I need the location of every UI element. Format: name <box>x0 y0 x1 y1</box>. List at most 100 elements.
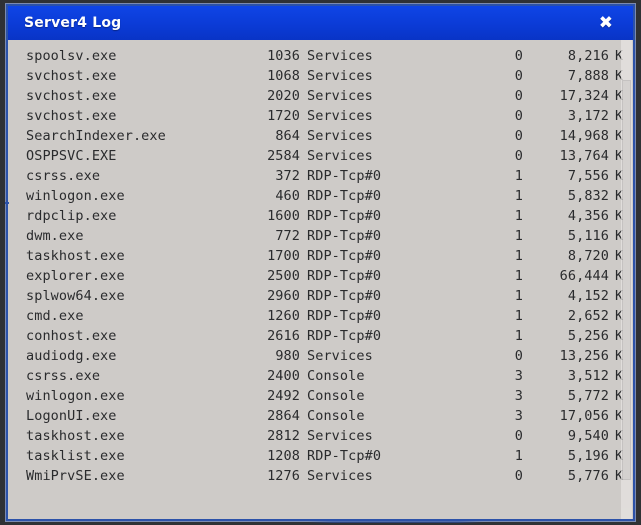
cell-pid: 2960 <box>267 288 300 304</box>
cell-image-name: LogonUI.exe <box>26 408 117 424</box>
cell-mem-usage: 5,196 <box>567 448 609 464</box>
table-row[interactable]: csrss.exe 2400 Console 3 3,512 K <box>8 366 633 386</box>
cell-image-name: svchost.exe <box>26 88 117 104</box>
cell-pid: 980 <box>275 348 300 364</box>
cell-image-name: audiodg.exe <box>26 348 117 364</box>
cell-pid: 1600 <box>267 208 300 224</box>
cell-mem-usage: 5,772 <box>567 388 609 404</box>
table-row[interactable]: svchost.exe 1068 Services 0 7,888 K <box>8 66 633 86</box>
scrollbar-thumb[interactable] <box>622 80 631 480</box>
cell-session-name: RDP-Tcp#0 <box>307 188 382 204</box>
cell-image-name: spoolsv.exe <box>26 48 117 64</box>
cell-image-name: svchost.exe <box>26 108 117 124</box>
cell-session-name: Services <box>307 48 373 64</box>
cell-pid: 372 <box>275 168 300 184</box>
table-row[interactable]: OSPPSVC.EXE 2584 Services 0 13,764 K <box>8 146 633 166</box>
cell-pid: 2584 <box>267 148 300 164</box>
cell-session-name: Services <box>307 468 373 484</box>
cell-mem-usage: 8,216 <box>567 48 609 64</box>
table-row[interactable]: dwm.exe 772 RDP-Tcp#0 1 5,116 K <box>8 226 633 246</box>
cell-mem-usage: 8,720 <box>567 248 609 264</box>
table-row[interactable]: spoolsv.exe 1036 Services 0 8,216 K <box>8 46 633 66</box>
cell-image-name: dwm.exe <box>26 228 84 244</box>
cell-session-name: Console <box>307 408 365 424</box>
cell-session-name: Services <box>307 348 373 364</box>
cell-pid: 2812 <box>267 428 300 444</box>
cell-session-name: Services <box>307 108 373 124</box>
table-row[interactable]: csrss.exe 372 RDP-Tcp#0 1 7,556 K <box>8 166 633 186</box>
cell-image-name: SearchIndexer.exe <box>26 128 166 144</box>
cell-image-name: tasklist.exe <box>26 448 125 464</box>
table-row[interactable]: conhost.exe 2616 RDP-Tcp#0 1 5,256 K <box>8 326 633 346</box>
cell-pid: 1208 <box>267 448 300 464</box>
cell-image-name: OSPPSVC.EXE <box>26 148 117 164</box>
cell-pid: 2616 <box>267 328 300 344</box>
cell-pid: 1260 <box>267 308 300 324</box>
cell-mem-usage: 13,764 <box>559 148 609 164</box>
table-row[interactable]: cmd.exe 1260 RDP-Tcp#0 1 2,652 K <box>8 306 633 326</box>
cell-mem-usage: 7,556 <box>567 168 609 184</box>
cell-session-name: RDP-Tcp#0 <box>307 328 382 344</box>
cell-session-name: RDP-Tcp#0 <box>307 248 382 264</box>
cell-mem-usage: 7,888 <box>567 68 609 84</box>
cell-mem-usage: 4,356 <box>567 208 609 224</box>
cell-mem-usage: 5,832 <box>567 188 609 204</box>
cell-image-name: winlogon.exe <box>26 388 125 404</box>
vertical-scrollbar[interactable] <box>621 40 632 519</box>
cell-mem-usage: 5,116 <box>567 228 609 244</box>
window-title: Server4 Log <box>24 15 122 31</box>
table-row[interactable]: WmiPrvSE.exe 1276 Services 0 5,776 K <box>8 466 633 486</box>
table-row[interactable]: rdpclip.exe 1600 RDP-Tcp#0 1 4,356 K <box>8 206 633 226</box>
table-row[interactable]: svchost.exe 2020 Services 0 17,324 K <box>8 86 633 106</box>
cell-image-name: taskhost.exe <box>26 428 125 444</box>
table-row[interactable]: winlogon.exe 460 RDP-Tcp#0 1 5,832 K <box>8 186 633 206</box>
cell-pid: 772 <box>275 228 300 244</box>
cell-image-name: cmd.exe <box>26 308 84 324</box>
cell-session-name: RDP-Tcp#0 <box>307 268 382 284</box>
cell-image-name: csrss.exe <box>26 168 101 184</box>
table-row[interactable]: LogonUI.exe 2864 Console 3 17,056 K <box>8 406 633 426</box>
window-titlebar[interactable]: Server4 Log ✖ <box>8 6 633 40</box>
cell-mem-usage: 9,540 <box>567 428 609 444</box>
cell-pid: 2492 <box>267 388 300 404</box>
cell-session-name: RDP-Tcp#0 <box>307 288 382 304</box>
cell-session-name: Services <box>307 148 373 164</box>
table-row[interactable]: explorer.exe 2500 RDP-Tcp#0 1 66,444 K <box>8 266 633 286</box>
cell-pid: 2400 <box>267 368 300 384</box>
table-row[interactable]: taskhost.exe 2812 Services 0 9,540 K <box>8 426 633 446</box>
cell-mem-usage: 5,256 <box>567 328 609 344</box>
cell-image-name: splwow64.exe <box>26 288 125 304</box>
table-row[interactable]: tasklist.exe 1208 RDP-Tcp#0 1 5,196 K <box>8 446 633 466</box>
close-icon[interactable]: ✖ <box>593 13 619 34</box>
cell-session-name: RDP-Tcp#0 <box>307 308 382 324</box>
cell-session-name: Services <box>307 88 373 104</box>
cell-mem-usage: 5,776 <box>567 468 609 484</box>
table-row[interactable]: SearchIndexer.exe 864 Services 0 14,968 K <box>8 126 633 146</box>
cell-image-name: explorer.exe <box>26 268 125 284</box>
cell-pid: 460 <box>275 188 300 204</box>
cell-mem-usage: 14,968 <box>559 128 609 144</box>
cell-pid: 2020 <box>267 88 300 104</box>
cell-session-name: Console <box>307 368 365 384</box>
cell-image-name: rdpclip.exe <box>26 208 117 224</box>
table-row[interactable]: svchost.exe 1720 Services 0 3,172 K <box>8 106 633 126</box>
cell-pid: 1036 <box>267 48 300 64</box>
cell-mem-usage: 4,152 <box>567 288 609 304</box>
cell-session-name: RDP-Tcp#0 <box>307 168 382 184</box>
table-row[interactable]: taskhost.exe 1700 RDP-Tcp#0 1 8,720 K <box>8 246 633 266</box>
window-bottom-edge <box>8 520 633 523</box>
process-list: spoolsv.exe 1036 Services 0 8,216 Ksvchost.ex… <box>8 46 633 486</box>
cell-session-name: RDP-Tcp#0 <box>307 448 382 464</box>
table-row[interactable]: splwow64.exe 2960 RDP-Tcp#0 1 4,152 K <box>8 286 633 306</box>
cell-pid: 2864 <box>267 408 300 424</box>
cell-pid: 1700 <box>267 248 300 264</box>
cell-image-name: winlogon.exe <box>26 188 125 204</box>
cell-image-name: taskhost.exe <box>26 248 125 264</box>
cell-mem-usage: 3,172 <box>567 108 609 124</box>
cell-mem-usage: 17,324 <box>559 88 609 104</box>
cell-session-name: Console <box>307 388 365 404</box>
table-row[interactable]: winlogon.exe 2492 Console 3 5,772 K <box>8 386 633 406</box>
cell-mem-usage: 66,444 <box>559 268 609 284</box>
table-row[interactable]: audiodg.exe 980 Services 0 13,256 K <box>8 346 633 366</box>
cell-mem-usage: 17,056 <box>559 408 609 424</box>
